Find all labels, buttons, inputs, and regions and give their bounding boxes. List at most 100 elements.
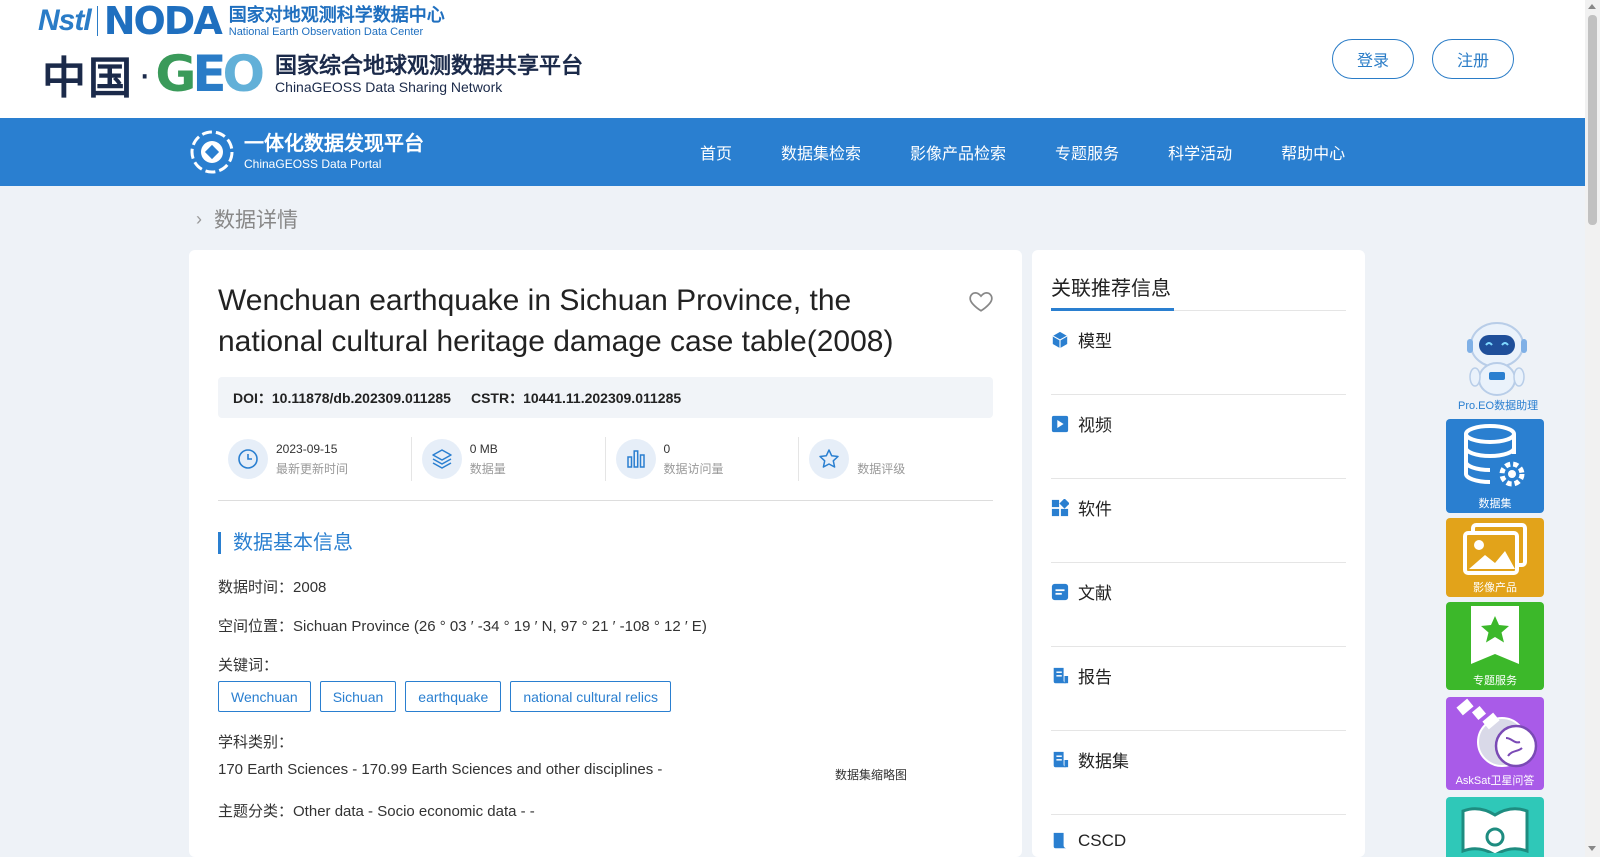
nav-item-dataset-search[interactable]: 数据集检索 <box>781 140 861 164</box>
dataset-thumbnail-label: 数据集缩略图 <box>835 768 908 782</box>
dataset-title: Wenchuan earthquake in Sichuan Province,… <box>218 284 894 358</box>
page-scrollbar[interactable] <box>1585 0 1600 857</box>
logo-dot: · <box>138 51 152 96</box>
float-asksat-button[interactable]: AskSat卫星问答 <box>1446 697 1544 790</box>
doi-value[interactable]: 10.11878/db.202309.011285 <box>272 390 451 406</box>
info-topic: 主题分类：Other data - Socio economic data - … <box>218 800 535 821</box>
related-item-model[interactable]: 模型 <box>1051 311 1346 395</box>
nav-menu: 首页 数据集检索 影像产品检索 专题服务 科学活动 帮助中心 <box>700 118 1394 186</box>
scrollbar-thumb[interactable] <box>1588 15 1597 225</box>
top-header: Nstl NODA 国家对地观测科学数据中心 National Earth Ob… <box>0 0 1585 120</box>
related-item-label: 软件 <box>1078 500 1112 519</box>
stat-data-size: 0 MB 数据量 <box>412 437 606 481</box>
geo-title-en: ChinaGEOSS Data Sharing Network <box>275 79 503 95</box>
nav-item-science-activity[interactable]: 科学活动 <box>1168 140 1232 164</box>
related-item-label: 模型 <box>1078 332 1112 351</box>
related-item-cscd[interactable]: CSCD <box>1051 815 1346 857</box>
dataset-stats: 2023-09-15 最新更新时间 0 MB 数据量 0 数据访问量 数据评级 <box>218 435 993 501</box>
info-discipline-value: 170 Earth Sciences - 170.99 Earth Scienc… <box>218 761 663 778</box>
main-navbar: 一体化数据发现平台 ChinaGEOSS Data Portal 首页 数据集检… <box>0 118 1585 186</box>
nav-item-home[interactable]: 首页 <box>700 140 732 164</box>
favorite-heart-icon[interactable] <box>968 288 994 314</box>
noda-name-en: National Earth Observation Data Center <box>228 25 424 38</box>
float-dataset-button[interactable]: 数据集 <box>1446 419 1544 513</box>
section-title-basic-info: 数据基本信息 <box>218 532 353 554</box>
star-icon <box>809 439 850 479</box>
related-recommendations-card: 关联推荐信息 模型 视频 软件 文献 报告 数据集 CSCD <box>1032 250 1365 857</box>
info-value: 2008 <box>293 579 327 596</box>
info-keywords-label: 关键词： <box>218 657 279 674</box>
portal-logo[interactable]: 一体化数据发现平台 ChinaGEOSS Data Portal <box>188 128 424 176</box>
related-item-label: CSCD <box>1078 831 1127 850</box>
keyword-tags: Wenchuan Sichuan earthquake national cul… <box>218 681 680 712</box>
nav-item-topic-service[interactable]: 专题服务 <box>1055 140 1119 164</box>
info-label: 数据时间： <box>218 579 294 596</box>
report-icon <box>1053 667 1069 683</box>
breadcrumb-current: 数据详情 <box>214 209 298 232</box>
cstr-value[interactable]: 10441.11.202309.011285 <box>523 390 681 406</box>
float-button-label: AskSat卫星问答 <box>1455 775 1535 787</box>
logo-divider <box>96 6 98 36</box>
related-item-dataset[interactable]: 数据集 <box>1051 731 1346 815</box>
info-data-time: 数据时间：2008 <box>218 576 326 597</box>
noda-logo[interactable]: Nstl NODA 国家对地观测科学数据中心 National Earth Ob… <box>38 0 445 43</box>
bar-chart-icon <box>615 439 656 479</box>
related-item-software[interactable]: 软件 <box>1051 479 1346 563</box>
keyword-tag[interactable]: Sichuan <box>319 681 397 712</box>
scroll-down-arrow-icon[interactable] <box>1588 846 1596 851</box>
float-topic-service-button[interactable]: 专题服务 <box>1446 602 1544 690</box>
play-icon <box>1051 415 1069 432</box>
stat-access-count: 0 数据访问量 <box>606 437 800 481</box>
chinageoss-logo[interactable]: 中国 · GEO 国家综合地球观测数据共享平台 ChinaGEOSS Data … <box>42 44 662 104</box>
info-discipline-label: 学科类别： <box>218 734 294 751</box>
nstl-logo-text: Nstl <box>38 4 92 37</box>
float-book-button[interactable] <box>1446 797 1544 857</box>
related-item-label: 文献 <box>1078 584 1112 603</box>
cube-icon <box>1052 331 1068 348</box>
stat-value: 2023-09-15 <box>276 442 338 456</box>
cstr-label: CSTR： <box>470 389 524 406</box>
keyword-tag[interactable]: earthquake <box>405 681 502 712</box>
nav-item-image-search[interactable]: 影像产品检索 <box>910 140 1006 164</box>
stat-value: 0 MB <box>469 442 498 456</box>
document-icon <box>1051 583 1069 600</box>
related-item-video[interactable]: 视频 <box>1051 395 1346 479</box>
related-item-report[interactable]: 报告 <box>1051 647 1346 731</box>
layers-icon <box>421 439 462 479</box>
register-button[interactable]: 注册 <box>1432 39 1514 79</box>
clock-icon <box>228 439 268 479</box>
noda-name-cn: 国家对地观测科学数据中心 <box>228 4 445 25</box>
stat-update-time: 2023-09-15 最新更新时间 <box>218 437 412 481</box>
robot-assistant-label[interactable]: Pro.EO数据助理 <box>1458 397 1538 413</box>
portal-name-cn: 一体化数据发现平台 <box>244 133 424 155</box>
satellite-icon <box>1446 697 1544 772</box>
scroll-up-arrow-icon[interactable] <box>1588 4 1596 9</box>
portal-gear-icon <box>188 128 236 176</box>
related-item-literature[interactable]: 文献 <box>1051 563 1346 647</box>
geo-title-cn: 国家综合地球观测数据共享平台 <box>275 53 584 78</box>
doi-label: DOI： <box>233 389 272 406</box>
cscd-icon <box>1053 832 1067 849</box>
info-value: Sichuan Province (26 ° 03 ′ -34 ° 19 ′ N… <box>293 618 707 635</box>
float-button-label: 专题服务 <box>1473 675 1517 687</box>
bookmark-star-icon <box>1446 602 1544 672</box>
apps-icon <box>1051 498 1069 516</box>
related-title: 关联推荐信息 <box>1051 278 1171 300</box>
login-button[interactable]: 登录 <box>1332 39 1414 79</box>
related-item-label: 数据集 <box>1078 752 1129 771</box>
info-label: 空间位置： <box>218 618 294 635</box>
keyword-tag[interactable]: national cultural relics <box>510 681 671 712</box>
dataset-icon <box>1053 751 1069 767</box>
breadcrumb: › 数据详情 <box>196 204 298 234</box>
stat-label: 数据量 <box>469 462 506 476</box>
noda-logo-word: NODA <box>103 0 223 43</box>
info-label: 主题分类： <box>218 803 294 820</box>
float-button-label: 数据集 <box>1478 498 1512 510</box>
float-image-product-button[interactable]: 影像产品 <box>1446 518 1544 597</box>
chevron-right-icon: › <box>196 208 202 229</box>
stat-value <box>857 439 905 459</box>
database-gear-icon <box>1446 419 1544 495</box>
info-location: 空间位置：Sichuan Province (26 ° 03 ′ -34 ° 1… <box>218 615 707 636</box>
nav-item-help-center[interactable]: 帮助中心 <box>1281 140 1345 164</box>
keyword-tag[interactable]: Wenchuan <box>218 681 311 712</box>
